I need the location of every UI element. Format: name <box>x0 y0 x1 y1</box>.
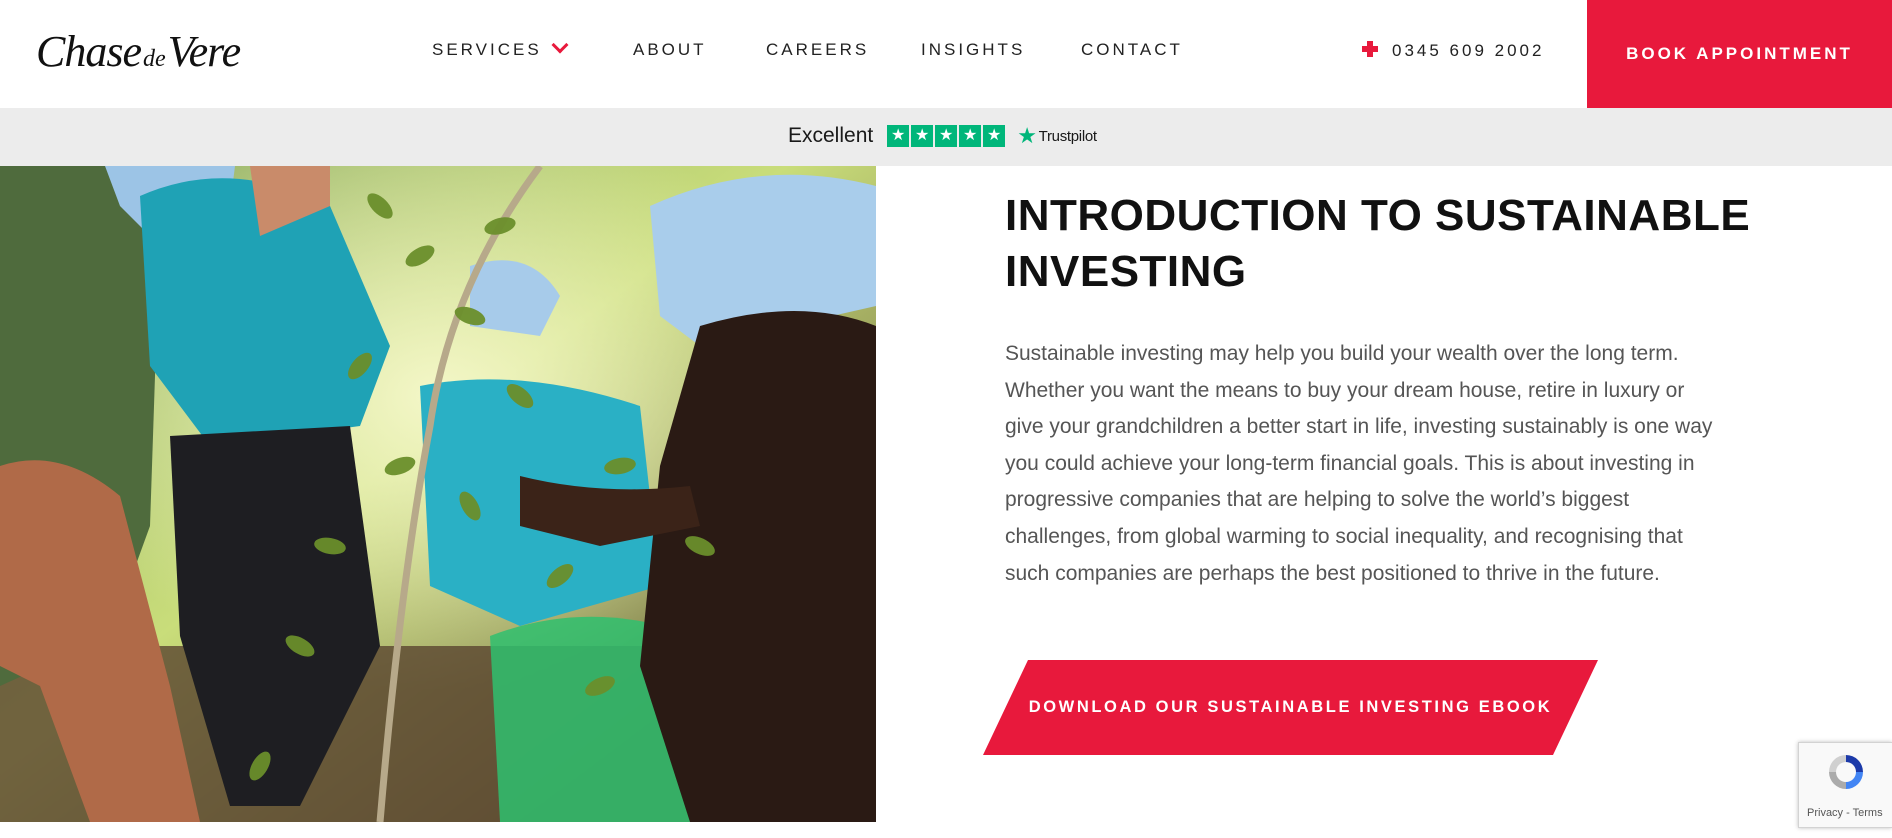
trustpilot-widget[interactable]: Excellent ★ ★ ★ ★ ★ ★ Trustpilot <box>788 124 1097 148</box>
star-icon: ★ <box>935 125 958 147</box>
nav-item-careers[interactable]: CAREERS <box>766 40 869 60</box>
nav-item-contact[interactable]: CONTACT <box>1081 40 1183 60</box>
trustpilot-logo: ★ Trustpilot <box>1017 125 1097 147</box>
star-icon: ★ <box>983 125 1006 147</box>
trustpilot-stars: ★ ★ ★ ★ ★ <box>887 125 1007 147</box>
star-icon: ★ <box>959 125 982 147</box>
trustpilot-star-icon: ★ <box>1017 123 1037 148</box>
intro-paragraph: Sustainable investing may help you build… <box>1005 342 1713 585</box>
recaptcha-icon <box>1829 755 1863 789</box>
chase-de-vere-logo[interactable]: ChasedeVere <box>36 26 242 77</box>
logo-text-vere: Vere <box>167 27 242 76</box>
recaptcha-badge[interactable]: Privacy - Terms <box>1798 742 1892 828</box>
nav-item-about[interactable]: ABOUT <box>633 40 707 60</box>
tree-planting-illustration <box>0 166 876 822</box>
book-appointment-button[interactable]: BOOK APPOINTMENT <box>1587 0 1892 108</box>
nav-item-services[interactable]: SERVICES <box>432 36 569 60</box>
book-appointment-label: BOOK APPOINTMENT <box>1626 44 1853 63</box>
logo-text-chase: Chase <box>36 27 142 76</box>
logo-text-de: de <box>143 46 166 72</box>
hero-photo-tree-planting <box>0 166 876 822</box>
chevron-down-icon <box>551 36 569 54</box>
phone-number: 0345 609 2002 <box>1392 41 1545 60</box>
download-ebook-label: DOWNLOAD OUR SUSTAINABLE INVESTING EBOOK <box>1028 698 1553 716</box>
plus-icon <box>1362 41 1378 57</box>
star-icon: ★ <box>887 125 910 147</box>
nav-item-insights[interactable]: INSIGHTS <box>921 40 1025 60</box>
trustpilot-rating-text: Excellent <box>788 124 874 147</box>
nav-item-contact-label: CONTACT <box>1081 40 1183 59</box>
download-ebook-button[interactable]: DOWNLOAD OUR SUSTAINABLE INVESTING EBOOK <box>983 660 1598 755</box>
trustpilot-bar: Excellent ★ ★ ★ ★ ★ ★ Trustpilot <box>0 108 1892 166</box>
phone-link[interactable]: 0345 609 2002 <box>1362 40 1544 61</box>
page-title: INTRODUCTION TO SUSTAINABLE INVESTING <box>1005 191 1751 296</box>
nav-item-careers-label: CAREERS <box>766 40 870 59</box>
nav-item-insights-label: INSIGHTS <box>921 40 1026 59</box>
trustpilot-brand: Trustpilot <box>1038 127 1097 145</box>
star-icon: ★ <box>911 125 934 147</box>
nav-item-about-label: ABOUT <box>633 40 707 59</box>
recaptcha-links[interactable]: Privacy - Terms <box>1807 807 1883 819</box>
nav-item-services-label: SERVICES <box>432 40 542 59</box>
site-header: ChasedeVere SERVICES ABOUT CAREERS INSIG… <box>0 0 1892 108</box>
